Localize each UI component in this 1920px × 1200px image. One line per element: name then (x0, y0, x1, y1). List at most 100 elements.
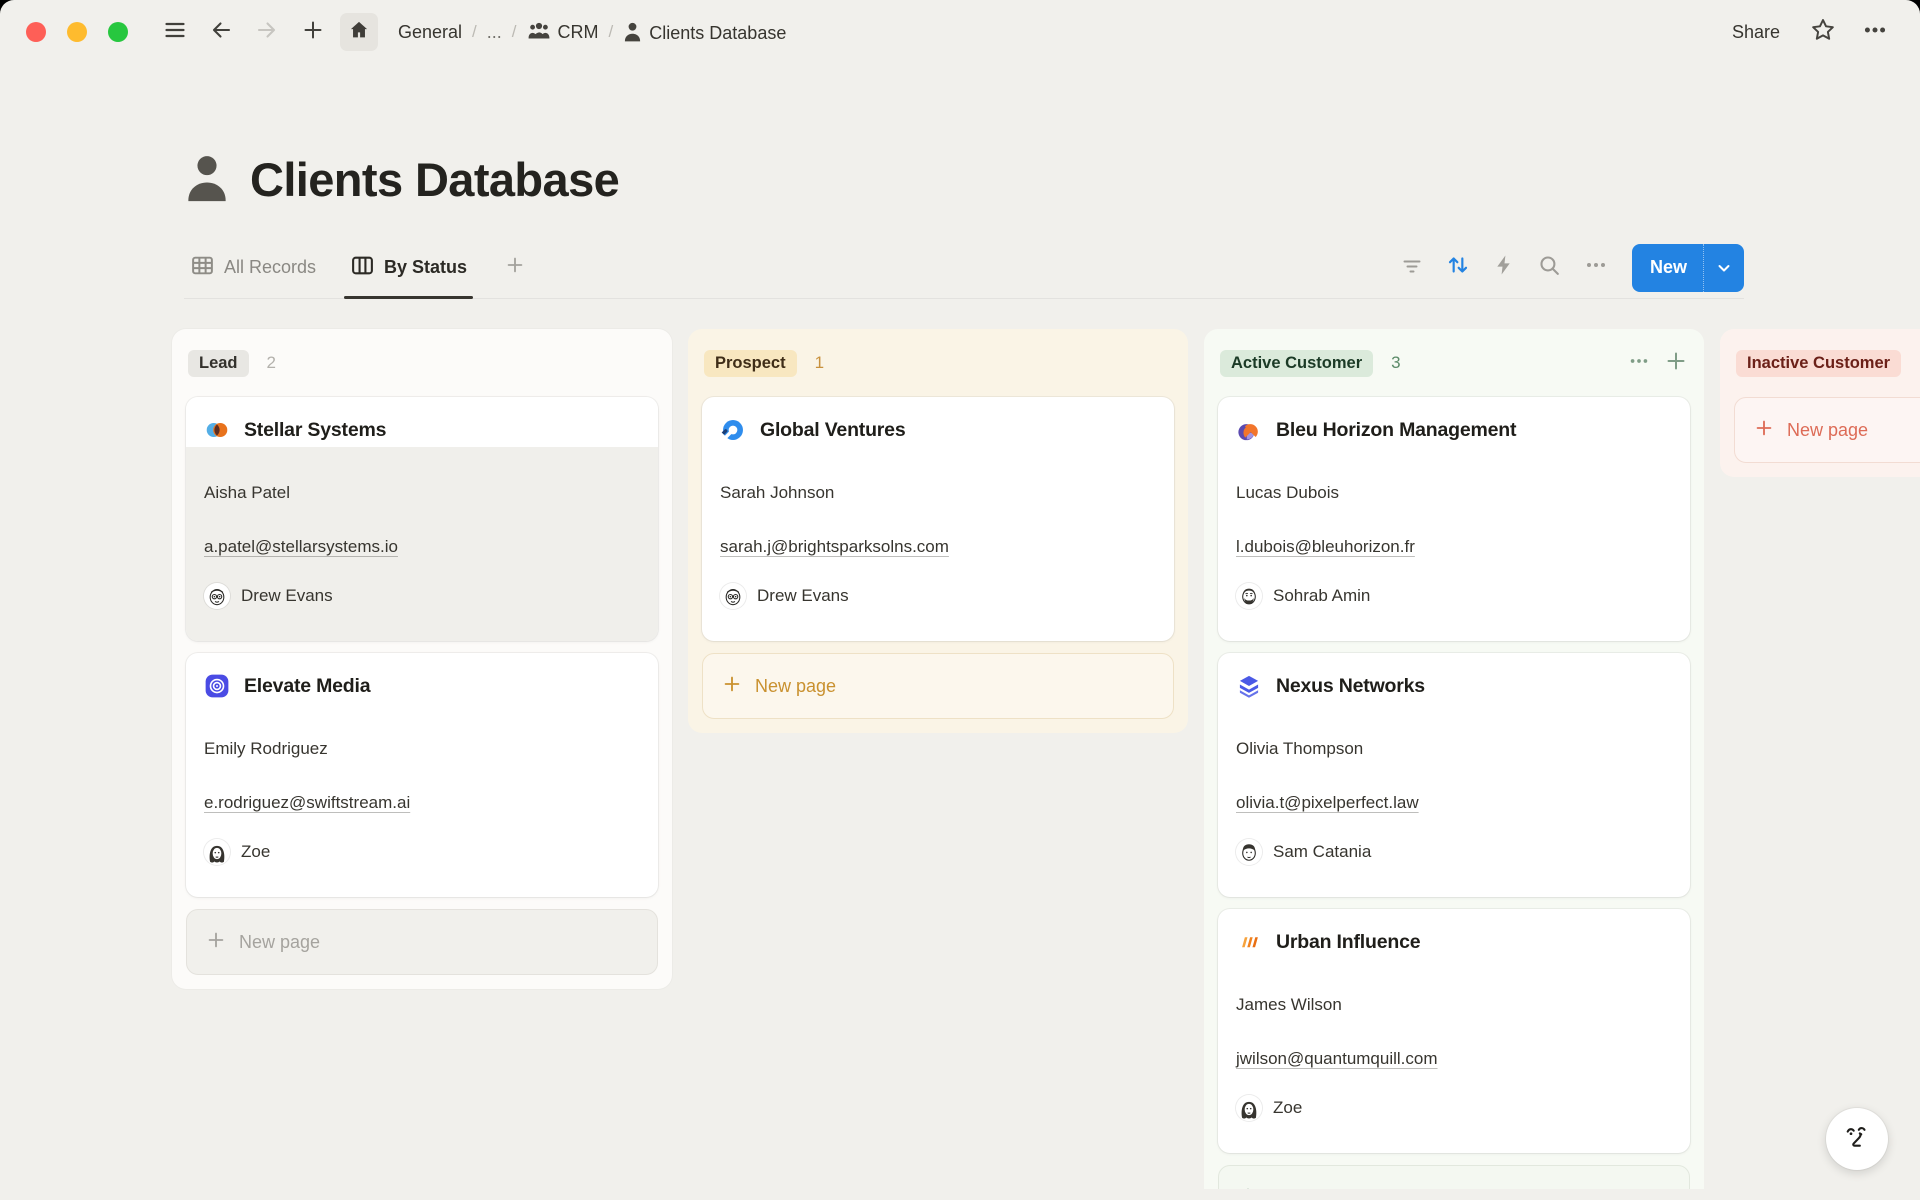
zoom-window-button[interactable] (108, 22, 128, 42)
column-add-card-button[interactable] (1664, 349, 1688, 378)
contact-email[interactable]: e.rodriguez@swiftstream.ai (204, 791, 640, 815)
filter-button[interactable] (1394, 250, 1430, 286)
contact-email[interactable]: jwilson@quantumquill.com (1236, 1047, 1672, 1071)
column-label-prospect[interactable]: Prospect (704, 350, 797, 377)
column-count: 1 (815, 353, 824, 373)
new-page-button-lead[interactable]: New page (186, 909, 658, 975)
page-icon-person[interactable] (184, 152, 230, 207)
owner-row: Sam Catania (1236, 839, 1672, 865)
column-label-inactive-customer[interactable]: Inactive Customer (1736, 350, 1901, 377)
plus-icon (301, 18, 325, 47)
board-column-inactive-customer: Inactive Customer New page (1720, 329, 1920, 477)
contact-email[interactable]: olivia.t@pixelperfect.law (1236, 791, 1672, 815)
column-label-lead[interactable]: Lead (188, 350, 249, 377)
home-icon (348, 19, 370, 46)
page-title[interactable]: Clients Database (250, 152, 619, 207)
contact-email[interactable]: a.patel@stellarsystems.io (204, 535, 640, 559)
contact-name: James Wilson (1236, 993, 1672, 1017)
breadcrumb-separator: / (472, 22, 477, 42)
avatar-sohrab-amin (1236, 583, 1262, 609)
people-icon (527, 21, 551, 41)
new-page-button-prospect[interactable]: New page (702, 653, 1174, 719)
avatar-zoe (1236, 1095, 1262, 1121)
plus-icon (1753, 417, 1775, 444)
ellipsis-icon (1862, 17, 1888, 48)
sort-arrows-icon (1445, 252, 1471, 283)
arrow-left-icon (209, 18, 233, 47)
forward-button[interactable] (248, 13, 286, 51)
minimize-window-button[interactable] (67, 22, 87, 42)
column-label-active-customer[interactable]: Active Customer (1220, 350, 1373, 377)
avatar-drew-evans (720, 583, 746, 609)
breadcrumb-clients-database[interactable]: Clients Database (617, 19, 792, 46)
nexus-networks-logo-icon (1236, 673, 1262, 699)
chevron-down-icon[interactable] (1703, 244, 1744, 292)
new-tab-button[interactable] (294, 13, 332, 51)
contact-name: Lucas Dubois (1236, 481, 1672, 505)
window-topbar: General / ... / CRM / Clients Database S… (0, 0, 1920, 64)
contact-email[interactable]: l.dubois@bleuhorizon.fr (1236, 535, 1672, 559)
bleu-horizon-logo-icon (1236, 417, 1262, 443)
new-page-button-inactive[interactable]: New page (1734, 397, 1920, 463)
app-window: General / ... / CRM / Clients Database S… (0, 0, 1920, 1200)
owner-row: Drew Evans (204, 583, 640, 609)
board-view: Lead 2 Stellar Systems Aisha Patel a.pat… (0, 299, 1920, 1189)
add-view-button[interactable] (497, 250, 533, 286)
back-button[interactable] (202, 13, 240, 51)
breadcrumb: General / ... / CRM / Clients Database (392, 19, 792, 46)
card-bleu-horizon-management[interactable]: Bleu Horizon Management Lucas Dubois l.d… (1218, 397, 1690, 641)
automations-button[interactable] (1486, 250, 1522, 286)
ai-assistant-button[interactable] (1826, 1108, 1888, 1170)
elevate-media-logo-icon (204, 673, 230, 699)
owner-row: Zoe (204, 839, 640, 865)
hamburger-icon (163, 18, 187, 47)
card-elevate-media[interactable]: Elevate Media Emily Rodriguez e.rodrigue… (186, 653, 658, 897)
favorite-button[interactable] (1804, 13, 1842, 51)
page-options-button[interactable] (1856, 13, 1894, 51)
card-stellar-systems[interactable]: Stellar Systems Aisha Patel a.patel@stel… (186, 397, 658, 641)
plus-icon (205, 929, 227, 956)
avatar-drew-evans (204, 583, 230, 609)
board-column-active-customer: Active Customer 3 Bleu Horizon Mana (1204, 329, 1704, 1189)
card-nexus-networks[interactable]: Nexus Networks Olivia Thompson olivia.t@… (1218, 653, 1690, 897)
sort-button[interactable] (1440, 250, 1476, 286)
star-icon (1810, 17, 1836, 48)
breadcrumb-separator: / (512, 22, 517, 42)
table-view-icon (190, 253, 215, 283)
face-doodle-icon (1839, 1119, 1875, 1160)
column-options-button[interactable] (1628, 350, 1650, 377)
tab-all-records[interactable]: All Records (184, 237, 322, 298)
plus-icon (504, 254, 526, 281)
search-icon (1537, 253, 1562, 283)
contact-name: Emily Rodriguez (204, 737, 640, 761)
ellipsis-icon (1584, 253, 1608, 282)
avatar-zoe (204, 839, 230, 865)
contact-name: Sarah Johnson (720, 481, 1156, 505)
breadcrumb-separator: / (609, 22, 614, 42)
home-button[interactable] (340, 13, 378, 51)
breadcrumb-collapsed[interactable]: ... (481, 20, 508, 45)
contact-email[interactable]: sarah.j@brightsparksolns.com (720, 535, 1156, 559)
view-options-button[interactable] (1578, 250, 1614, 286)
search-button[interactable] (1532, 250, 1568, 286)
urban-influence-logo-icon (1236, 929, 1262, 955)
card-urban-influence[interactable]: Urban Influence James Wilson jwilson@qua… (1218, 909, 1690, 1153)
breadcrumb-crm[interactable]: CRM (521, 19, 605, 45)
column-count: 3 (1391, 353, 1400, 373)
owner-row: Zoe (1236, 1095, 1672, 1121)
breadcrumb-general[interactable]: General (392, 20, 468, 45)
person-icon (623, 21, 642, 42)
arrow-right-icon (255, 18, 279, 47)
card-global-ventures[interactable]: Global Ventures Sarah Johnson sarah.j@br… (702, 397, 1174, 641)
share-button[interactable]: Share (1722, 18, 1790, 47)
new-page-button-active[interactable]: New page (1218, 1165, 1690, 1189)
board-column-lead: Lead 2 Stellar Systems Aisha Patel a.pat… (172, 329, 672, 989)
contact-name: Olivia Thompson (1236, 737, 1672, 761)
traffic-lights (26, 22, 128, 42)
close-window-button[interactable] (26, 22, 46, 42)
new-record-button[interactable]: New (1632, 244, 1744, 292)
sidebar-menu-button[interactable] (156, 13, 194, 51)
tab-by-status[interactable]: By Status (344, 237, 473, 298)
plus-icon (1237, 1185, 1259, 1190)
contact-name: Aisha Patel (204, 481, 640, 505)
